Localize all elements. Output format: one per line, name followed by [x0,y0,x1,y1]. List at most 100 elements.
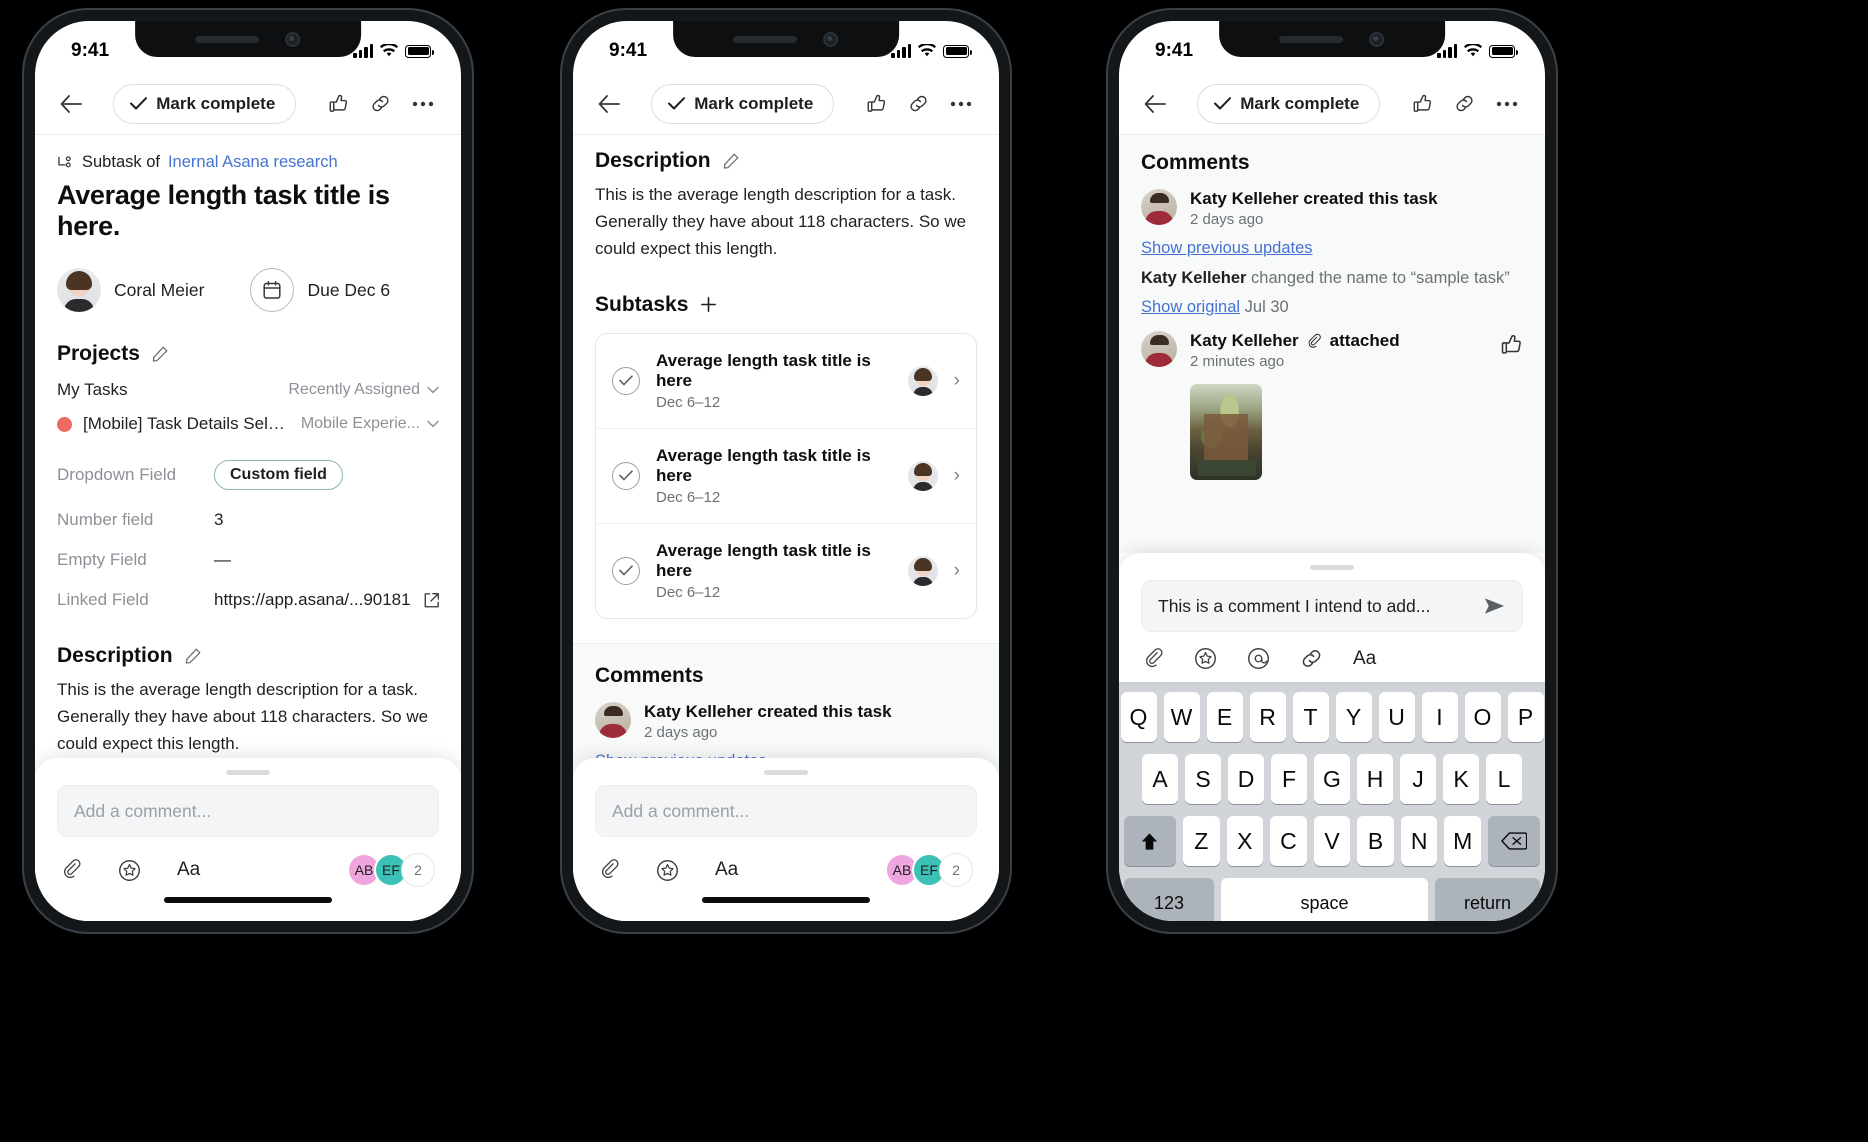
back-icon[interactable] [595,87,623,121]
drag-handle[interactable] [764,770,808,775]
key-d[interactable]: D [1228,754,1264,804]
collaborator-count: 2 [401,853,435,887]
key-n[interactable]: N [1400,816,1438,866]
thumbs-up-icon[interactable] [1408,87,1436,121]
due-date-chip[interactable]: Due Dec 6 [250,268,390,312]
edit-pencil-icon[interactable] [722,152,740,170]
key-r[interactable]: R [1249,692,1286,742]
mention-icon[interactable] [1247,647,1270,670]
project-row[interactable]: My Tasks Recently Assigned [57,380,439,400]
list-item[interactable]: Average length task title is here Dec 6–… [596,524,976,618]
project-row[interactable]: [Mobile] Task Details Selectors Mobile E… [57,414,439,434]
backspace-key[interactable] [1488,816,1541,866]
key-v[interactable]: V [1313,816,1351,866]
attachment-thumbnail[interactable] [1190,384,1262,480]
key-a[interactable]: A [1142,754,1178,804]
key-f[interactable]: F [1271,754,1307,804]
more-options-icon[interactable] [947,87,975,121]
key-j[interactable]: J [1400,754,1436,804]
check-icon [130,97,148,110]
list-item[interactable]: Average length task title is here Dec 6–… [596,429,976,524]
chevron-right-icon[interactable]: › [954,370,960,392]
collaborators[interactable]: AB EF 2 [885,853,973,887]
key-c[interactable]: C [1270,816,1307,866]
external-link-icon[interactable] [423,592,440,609]
more-options-icon[interactable] [1493,87,1521,121]
chevron-right-icon[interactable]: › [954,560,960,582]
comment-input[interactable]: This is a comment I intend to add... [1141,580,1523,632]
assignee-chip[interactable]: Coral Meier [57,268,204,312]
key-k[interactable]: K [1443,754,1479,804]
key-h[interactable]: H [1357,754,1393,804]
attach-icon[interactable] [61,859,82,881]
key-e[interactable]: E [1206,692,1243,742]
edit-pencil-icon[interactable] [151,345,169,363]
attach-icon[interactable] [1143,647,1164,670]
format-text-icon[interactable]: Aa [715,859,738,881]
mark-complete-button[interactable]: Mark complete [113,83,297,124]
link-icon[interactable] [1451,87,1479,121]
thumbs-up-icon[interactable] [862,87,890,121]
key-b[interactable]: B [1357,816,1394,866]
parent-task-link[interactable]: Inernal Asana research [168,153,338,172]
key-i[interactable]: I [1421,692,1458,742]
link-icon[interactable] [367,87,395,121]
format-text-icon[interactable]: Aa [177,859,200,881]
key-w[interactable]: W [1163,692,1200,742]
key-x[interactable]: X [1226,816,1264,866]
system-text: changed the name to “sample task” [1246,269,1510,287]
key-l[interactable]: L [1486,754,1522,804]
field-row-dropdown[interactable]: Dropdown Field Custom field [57,460,439,490]
space-key[interactable]: space [1221,878,1428,921]
add-subtask-icon[interactable] [699,295,718,314]
key-u[interactable]: U [1378,692,1415,742]
list-item[interactable]: Average length task title is here Dec 6–… [596,334,976,429]
key-q[interactable]: Q [1120,692,1157,742]
key-s[interactable]: S [1185,754,1221,804]
mark-complete-button[interactable]: Mark complete [1197,83,1381,124]
checkbox-icon[interactable] [612,366,640,395]
star-icon[interactable] [118,859,141,882]
back-icon[interactable] [1141,87,1169,121]
key-m[interactable]: M [1444,816,1482,866]
key-g[interactable]: G [1314,754,1350,804]
field-row-number[interactable]: Number field 3 [57,510,439,530]
attach-icon[interactable] [599,859,620,881]
field-row-empty[interactable]: Empty Field — [57,550,439,570]
link-icon[interactable] [905,87,933,121]
send-icon[interactable] [1483,596,1506,616]
mark-complete-button[interactable]: Mark complete [651,83,835,124]
show-previous-updates-link[interactable]: Show previous updates [1141,239,1523,258]
drag-handle[interactable] [1310,565,1354,570]
comment-input[interactable]: Add a comment... [57,785,439,837]
field-row-linked[interactable]: Linked Field https://app.asana/...90181 [57,590,439,610]
collaborators[interactable]: AB EF 2 [347,853,435,887]
comment-input[interactable]: Add a comment... [595,785,977,837]
field-value: https://app.asana/...90181 [214,590,411,609]
drag-handle[interactable] [226,770,270,775]
format-text-icon[interactable]: Aa [1353,648,1376,670]
show-original-link[interactable]: Show original [1141,298,1240,316]
key-y[interactable]: Y [1335,692,1372,742]
shift-key[interactable] [1123,816,1176,866]
check-icon [1214,97,1232,110]
status-bar: 9:41 [1119,21,1545,73]
key-p[interactable]: P [1507,692,1544,742]
star-icon[interactable] [656,859,679,882]
thumbs-up-icon[interactable] [324,87,352,121]
more-options-icon[interactable] [409,87,437,121]
checkbox-icon[interactable] [612,556,640,585]
numbers-key[interactable]: 123 [1124,878,1214,921]
key-t[interactable]: T [1292,692,1329,742]
return-key[interactable]: return [1435,878,1540,921]
key-o[interactable]: O [1464,692,1501,742]
checkbox-icon[interactable] [612,461,640,490]
edit-pencil-icon[interactable] [184,647,202,665]
star-icon[interactable] [1194,647,1217,670]
subtask-title: Average length task title is here [656,350,871,390]
link-icon[interactable] [1300,647,1323,670]
chevron-right-icon[interactable]: › [954,465,960,487]
thumbs-up-icon[interactable] [1500,333,1523,356]
back-icon[interactable] [57,87,85,121]
key-z[interactable]: Z [1182,816,1220,866]
